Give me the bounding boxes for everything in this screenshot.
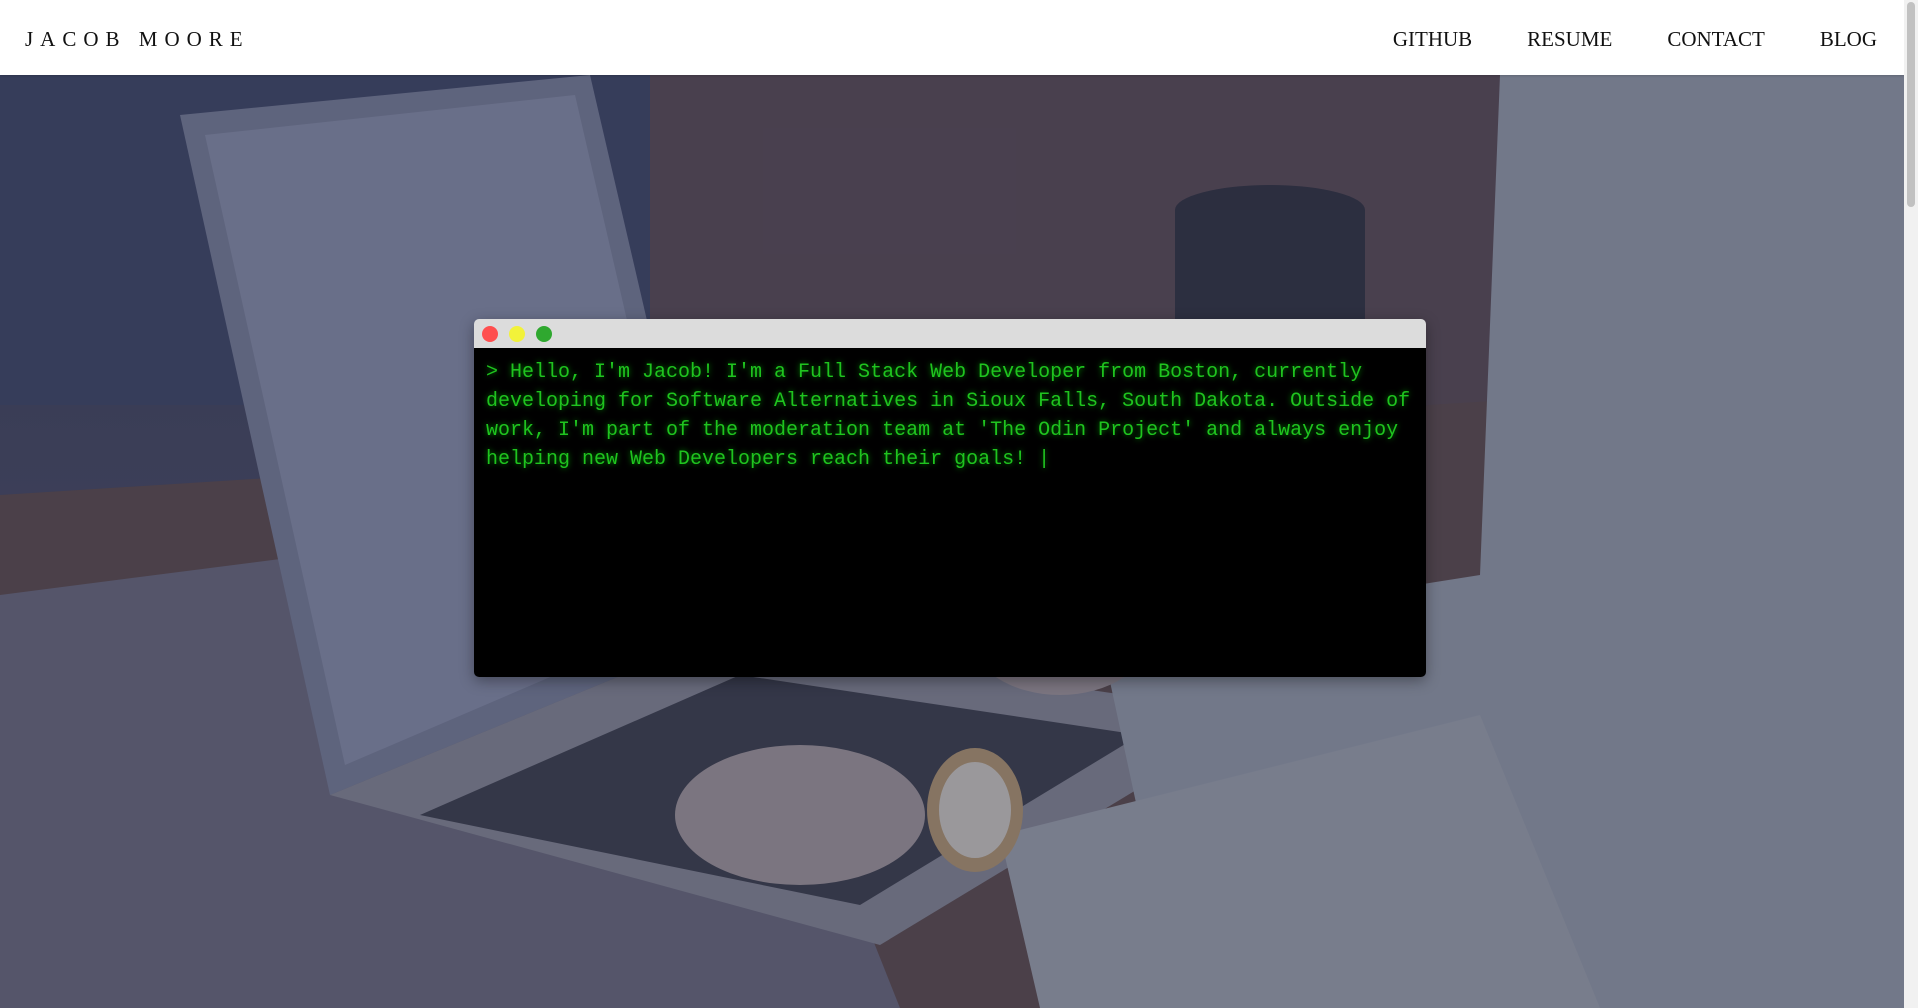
terminal-titlebar — [474, 319, 1426, 348]
nav-link-contact[interactable]: CONTACT — [1667, 27, 1764, 52]
terminal-window: > Hello, I'm Jacob! I'm a Full Stack Web… — [474, 319, 1426, 677]
terminal-text: > Hello, I'm Jacob! I'm a Full Stack Web… — [486, 361, 1423, 471]
yellow-dot-icon — [509, 326, 525, 342]
page-scrollbar[interactable] — [1904, 0, 1918, 1008]
nav-link-github[interactable]: GITHUB — [1393, 27, 1472, 52]
main-nav: GITHUB RESUME CONTACT BLOG — [1393, 27, 1877, 52]
scrollbar-thumb[interactable] — [1907, 2, 1915, 207]
page: JACOB MOORE GITHUB RESUME CONTACT BLOG >… — [0, 0, 1918, 1008]
site-logo-link[interactable]: JACOB MOORE — [25, 27, 250, 52]
nav-link-blog[interactable]: BLOG — [1820, 27, 1877, 52]
nav-link-resume[interactable]: RESUME — [1527, 27, 1612, 52]
green-dot-icon — [536, 326, 552, 342]
red-dot-icon — [482, 326, 498, 342]
site-header: JACOB MOORE GITHUB RESUME CONTACT BLOG — [0, 0, 1904, 75]
terminal-screen: > Hello, I'm Jacob! I'm a Full Stack Web… — [474, 348, 1426, 677]
